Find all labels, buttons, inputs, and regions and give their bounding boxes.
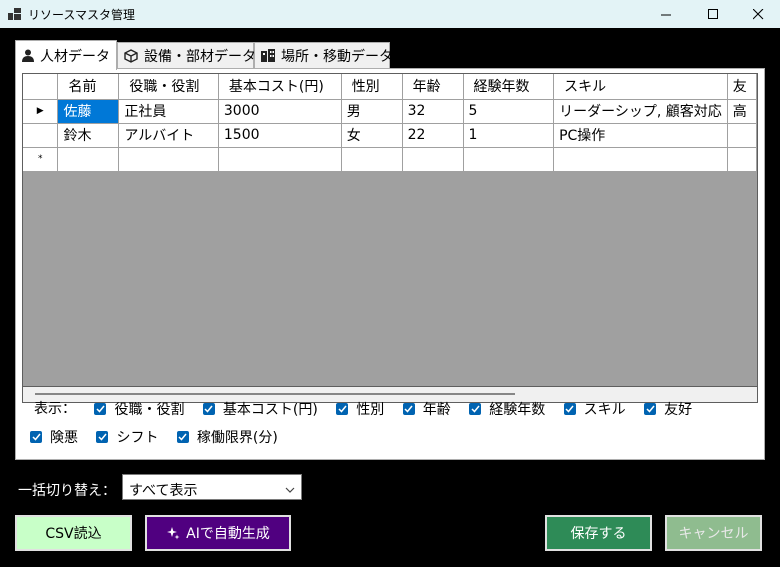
checkbox-shift[interactable]: シフト	[96, 427, 158, 447]
scrollbar-thumb[interactable]	[35, 393, 515, 395]
tab-label: 設備・部材データ	[144, 48, 256, 65]
window-title: リソースマスタ管理	[28, 8, 136, 22]
row-marker[interactable]	[23, 123, 59, 148]
checkbox-check-icon	[469, 403, 482, 415]
table-cell[interactable]	[402, 147, 464, 172]
table-cell[interactable]: 女	[341, 123, 403, 148]
table-cell[interactable]	[118, 147, 219, 172]
checkbox-skill[interactable]: スキル	[563, 399, 626, 419]
tab-equipment[interactable]: 設備・部材データ	[117, 42, 256, 68]
resource-data-grid[interactable]: 名前 役職・役割 基本コスト(円) 性別 年齢 経験年数 スキル 友 ▶ 佐藤 …	[22, 73, 758, 387]
maximize-icon	[707, 8, 718, 19]
checkbox-check-icon	[563, 403, 576, 415]
table-cell[interactable]	[218, 147, 342, 172]
checkbox-check-icon	[96, 431, 109, 443]
checkbox-hostile[interactable]: 険悪	[30, 427, 78, 447]
tab-locations[interactable]: 場所・移動データ	[254, 42, 393, 68]
table-cell[interactable]	[57, 147, 120, 172]
table-cell[interactable]: 32	[402, 99, 464, 124]
table-cell[interactable]: アルバイト	[118, 123, 219, 148]
table-cell[interactable]: 佐藤	[57, 99, 120, 124]
building-icon	[261, 49, 275, 62]
checkbox-check-icon	[402, 403, 415, 415]
table-cell[interactable]: 鈴木	[57, 123, 120, 148]
checkbox-check-icon	[176, 431, 189, 443]
checkbox-check-icon	[202, 403, 215, 415]
table-cell[interactable]: 5	[463, 99, 555, 124]
table-cell[interactable]: 1500	[218, 123, 342, 148]
bulk-toggle-value: すべて表示	[129, 483, 198, 499]
cube-icon	[124, 48, 138, 63]
column-header-name[interactable]: 名前	[57, 74, 120, 100]
person-icon	[22, 49, 34, 62]
new-row-marker[interactable]: *	[23, 147, 59, 172]
table-row[interactable]: ▶ 佐藤 正社員 3000 男 32 5 リーダーシップ, 顧客対応 高	[23, 99, 757, 124]
column-header-friendly[interactable]: 友	[727, 74, 757, 100]
checkbox-work-limit[interactable]: 稼働限界(分)	[176, 427, 278, 447]
display-options-label: 表示：	[34, 401, 76, 417]
checkbox-age[interactable]: 年齢	[402, 399, 451, 419]
tab-human-resources[interactable]: 人材データ	[15, 40, 117, 70]
sparkle-icon	[166, 526, 180, 540]
checkbox-gender[interactable]: 性別	[336, 399, 384, 419]
close-button[interactable]	[735, 0, 780, 28]
checkbox-check-icon	[94, 403, 107, 415]
save-button[interactable]: 保存する	[545, 515, 652, 551]
table-cell[interactable]: 男	[341, 99, 403, 124]
column-header-skill[interactable]: スキル	[553, 74, 728, 100]
app-icon	[8, 8, 21, 20]
title-bar: リソースマスタ管理	[0, 0, 780, 28]
column-header-base-cost[interactable]: 基本コスト(円)	[218, 74, 342, 100]
close-icon	[752, 8, 763, 19]
table-cell[interactable]	[341, 147, 403, 172]
checkbox-experience[interactable]: 経験年数	[469, 399, 545, 419]
table-cell[interactable]: PC操作	[553, 123, 728, 148]
column-header-gender[interactable]: 性別	[341, 74, 403, 100]
table-cell[interactable]: 正社員	[118, 99, 219, 124]
minimize-button[interactable]	[643, 0, 689, 28]
minimize-icon	[660, 14, 671, 15]
table-cell[interactable]	[727, 123, 757, 148]
column-header-age[interactable]: 年齢	[402, 74, 464, 100]
table-row[interactable]: 鈴木 アルバイト 1500 女 22 1 PC操作	[23, 123, 757, 148]
column-header-role[interactable]: 役職・役割	[118, 74, 219, 100]
ai-generate-button[interactable]: AIで自動生成	[145, 515, 291, 551]
row-header-corner[interactable]	[23, 74, 59, 100]
tab-label: 場所・移動データ	[281, 48, 393, 65]
checkbox-role[interactable]: 役職・役割	[94, 399, 184, 419]
table-cell[interactable]: 1	[463, 123, 555, 148]
checkbox-friendly[interactable]: 友好	[644, 399, 692, 419]
column-header-experience[interactable]: 経験年数	[463, 74, 555, 100]
bulk-toggle-select[interactable]: すべて表示	[122, 474, 302, 500]
checkbox-base-cost[interactable]: 基本コスト(円)	[202, 399, 318, 419]
chevron-down-icon	[285, 482, 295, 498]
table-cell[interactable]	[727, 147, 757, 172]
table-cell[interactable]	[553, 147, 728, 172]
table-cell[interactable]: 22	[402, 123, 464, 148]
header-row: 名前 役職・役割 基本コスト(円) 性別 年齢 経験年数 スキル 友	[23, 74, 757, 100]
row-marker[interactable]: ▶	[23, 99, 59, 124]
new-row[interactable]: *	[23, 147, 757, 172]
tab-panel-human-resources: 名前 役職・役割 基本コスト(円) 性別 年齢 経験年数 スキル 友 ▶ 佐藤 …	[15, 68, 765, 460]
table-cell[interactable]: 高	[727, 99, 757, 124]
display-options-row-2: 険悪 シフト 稼働限界(分)	[30, 427, 292, 447]
table-cell[interactable]: リーダーシップ, 顧客対応	[553, 99, 728, 124]
maximize-button[interactable]	[690, 0, 736, 28]
checkbox-check-icon	[644, 403, 657, 415]
tab-label: 人材データ	[40, 48, 110, 65]
cancel-button[interactable]: キャンセル	[665, 515, 762, 551]
table-cell[interactable]: 3000	[218, 99, 342, 124]
checkbox-check-icon	[336, 403, 349, 415]
data-table: 名前 役職・役割 基本コスト(円) 性別 年齢 経験年数 スキル 友 ▶ 佐藤 …	[23, 74, 757, 172]
bulk-toggle-label: 一括切り替え：	[18, 483, 116, 499]
checkbox-check-icon	[30, 431, 42, 443]
display-options-row-1: 表示： 役職・役割 基本コスト(円) 性別 年齢 経験年数 スキル 友好	[34, 398, 706, 419]
table-cell[interactable]	[463, 147, 555, 172]
csv-import-button[interactable]: CSV読込	[15, 515, 132, 551]
